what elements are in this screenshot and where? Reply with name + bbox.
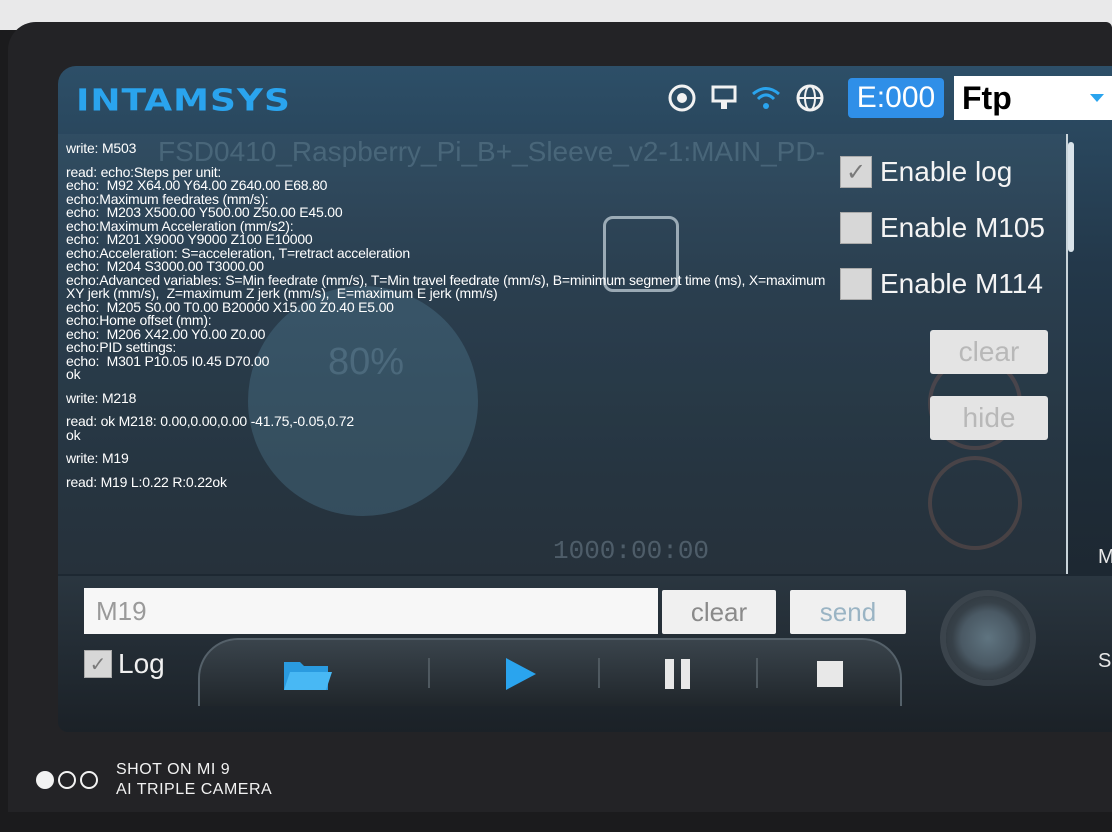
console-log-text: write: M503 read: echo:Steps per unit: ech… — [66, 140, 1056, 490]
watermark-dot-icon — [80, 771, 98, 789]
cut-off-text: M — [1098, 546, 1112, 568]
console-line: write: M503 — [66, 140, 137, 156]
console-line: echo: M205 S0.00 T0.00 B20000 X15.00 Z0.… — [66, 298, 394, 315]
console-line: read: ok M218: 0.00,0.00,0.00 -41.75,-0.… — [66, 413, 354, 429]
enable-m105-option[interactable]: Enable M105 — [840, 212, 1045, 244]
folder-icon[interactable] — [278, 652, 338, 696]
cut-off-text: S — [1098, 650, 1112, 672]
clear-log-button[interactable]: clear — [930, 330, 1048, 374]
enable-m114-option[interactable]: Enable M114 — [840, 268, 1043, 300]
enable-log-option[interactable]: ✓ Enable log — [840, 156, 1012, 188]
network-icon[interactable] — [708, 82, 740, 114]
console-scrollbar[interactable] — [1068, 142, 1074, 252]
printer-screen: FSD0410_Raspberry_Pi_B+_Sleeve_v2-1:MAIN… — [58, 66, 1112, 732]
log-toggle-label: Log — [118, 648, 165, 679]
watermark-dot-icon — [58, 771, 76, 789]
watermark-line-2: AI TRIPLE CAMERA — [116, 781, 273, 798]
enable-log-label: Enable log — [880, 156, 1013, 187]
enable-log-checkbox[interactable]: ✓ — [840, 156, 872, 188]
stop-icon[interactable] — [800, 652, 860, 696]
clear-command-button[interactable]: clear — [662, 590, 776, 634]
connection-select-value: Ftp — [962, 79, 1012, 116]
enable-m105-label: Enable M105 — [880, 212, 1046, 243]
send-command-button[interactable]: send — [790, 590, 906, 634]
chevron-down-icon — [1090, 94, 1104, 102]
enable-m114-checkbox[interactable] — [840, 268, 872, 300]
connection-select[interactable]: Ftp — [954, 76, 1112, 120]
console-log-panel[interactable]: write: M503 read: echo:Steps per unit: ech… — [58, 134, 1068, 632]
console-line: ok — [66, 426, 81, 443]
console-line: ok — [66, 366, 81, 382]
console-line: write: M19 — [66, 450, 129, 466]
bottom-controls: clear send ✓ Log — [58, 576, 1112, 732]
console-line: read: M19 L:0.22 R:0.22ok — [66, 473, 227, 490]
pause-icon[interactable] — [648, 652, 708, 696]
wifi-icon[interactable] — [750, 82, 782, 114]
extruder-counter-badge[interactable]: E:000 — [848, 78, 944, 118]
play-icon[interactable] — [490, 652, 550, 696]
watermark-line-1: SHOT ON MI 9 — [116, 761, 231, 778]
globe-icon[interactable] — [794, 82, 826, 114]
header-bar: INTAMSYS E:000 Ftp — [58, 66, 1112, 132]
enable-m105-checkbox[interactable] — [840, 212, 872, 244]
watermark-dot-icon — [36, 771, 54, 789]
hide-console-button[interactable]: hide — [930, 396, 1048, 440]
console-line: write: M218 — [66, 389, 137, 406]
gcode-command-input[interactable] — [84, 588, 658, 634]
toolbar-divider — [598, 658, 600, 688]
brand-logo: INTAMSYS — [76, 83, 291, 118]
toolbar-divider — [756, 658, 758, 688]
toolbar-divider — [428, 658, 430, 688]
camera-watermark: SHOT ON MI 9 AI TRIPLE CAMERA — [36, 760, 272, 800]
console-line: echo: M206 X42.00 Y0.00 Z0.00 — [66, 325, 266, 342]
enable-m114-label: Enable M114 — [880, 268, 1043, 299]
console-line: echo: M301 P10.05 I0.45 D70.00 — [66, 352, 270, 369]
log-toggle[interactable]: ✓ Log — [84, 648, 165, 680]
target-icon[interactable] — [666, 82, 698, 114]
gear-icon[interactable] — [946, 596, 1030, 680]
log-checkbox[interactable]: ✓ — [84, 650, 112, 678]
print-toolbar — [198, 638, 902, 706]
